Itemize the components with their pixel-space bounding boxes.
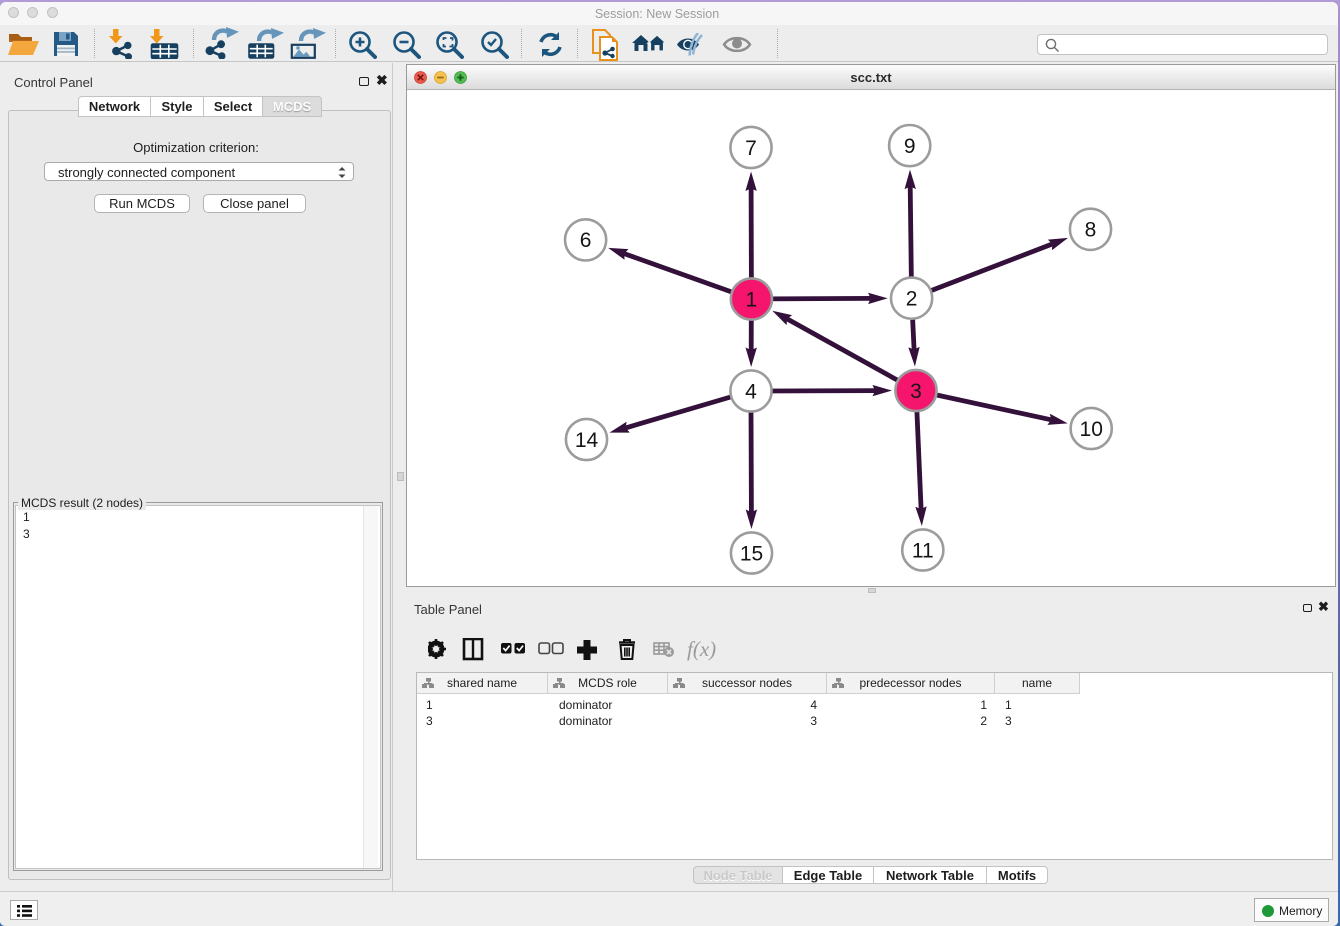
svg-text:8: 8 — [1085, 219, 1097, 242]
svg-text:3: 3 — [910, 380, 922, 403]
svg-text:15: 15 — [740, 542, 763, 565]
svg-text:14: 14 — [575, 429, 599, 452]
svg-text:11: 11 — [912, 539, 934, 562]
svg-text:6: 6 — [580, 229, 592, 252]
svg-text:1: 1 — [746, 288, 758, 311]
svg-text:7: 7 — [745, 137, 757, 160]
svg-text:4: 4 — [745, 380, 757, 403]
svg-text:9: 9 — [904, 135, 916, 158]
svg-text:f(x): f(x) — [687, 638, 716, 661]
svg-text:2: 2 — [906, 288, 918, 311]
svg-text:10: 10 — [1080, 418, 1103, 441]
